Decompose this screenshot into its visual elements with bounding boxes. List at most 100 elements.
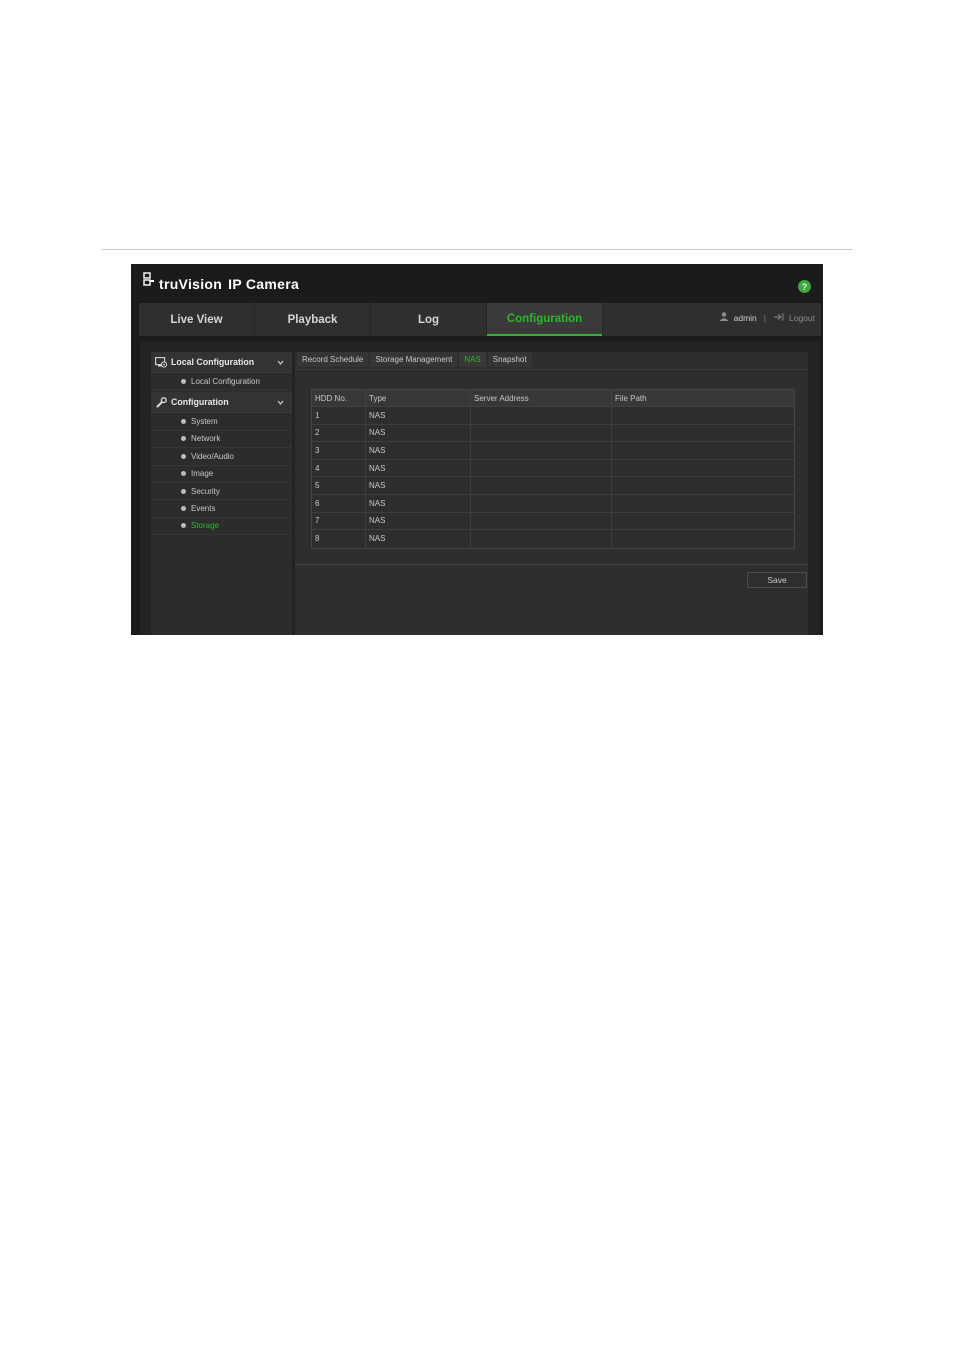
column-header-server-address: Server Address (471, 390, 612, 406)
bullet-icon (181, 419, 186, 425)
bullet-icon (181, 488, 186, 494)
sidebar-item-label: Image (191, 469, 214, 479)
nav-tab-playback[interactable]: Playback (255, 303, 370, 336)
content-panel: Record Schedule Storage Management NAS S… (295, 352, 808, 635)
bullet-icon (181, 506, 186, 512)
table-row[interactable]: 8 NAS (312, 530, 794, 548)
sidebar-item-system[interactable]: System (151, 413, 292, 431)
nav-spacer: admin | Logout (603, 303, 821, 336)
cell-type: NAS (366, 459, 471, 477)
table-row[interactable]: 5 NAS (312, 477, 794, 495)
brand-name: truVision (159, 276, 223, 292)
cell-hdd-no: 4 (312, 459, 366, 477)
username: admin (733, 312, 757, 323)
truvision-logo-icon (143, 272, 157, 290)
local-config-icon (155, 356, 167, 368)
cell-server-address[interactable] (471, 424, 612, 442)
brand: truVision IP Camera (143, 270, 299, 298)
bullet-icon (181, 453, 186, 459)
column-header-file-path: File Path (615, 393, 647, 403)
sidebar-item-label: Local Configuration (191, 376, 260, 386)
sidebar: Local Configuration Local Configuration … (151, 352, 292, 635)
camera-web-ui: truVision IP Camera ? Live View Playback … (131, 264, 823, 635)
user-icon (719, 312, 729, 323)
cell-type: NAS (366, 477, 471, 494)
bullet-icon (181, 378, 186, 384)
cell-hdd-no: 8 (312, 530, 366, 548)
tab-record-schedule[interactable]: Record Schedule (297, 352, 369, 367)
cell-hdd-no: 2 (312, 424, 366, 442)
cell-hdd-no: 3 (312, 442, 366, 459)
cell-type: NAS (366, 424, 471, 442)
cell-file-path[interactable] (612, 425, 794, 442)
sidebar-section-local-configuration[interactable]: Local Configuration (151, 352, 292, 373)
sidebar-item-local-configuration[interactable]: Local Configuration (151, 373, 292, 391)
cell-file-path[interactable] (612, 460, 794, 477)
sidebar-section-title: Local Configuration (171, 357, 255, 367)
sidebar-item-security[interactable]: Security (151, 483, 292, 501)
tab-nas[interactable]: NAS (459, 352, 486, 367)
cell-type: NAS (366, 530, 471, 548)
cell-server-address[interactable] (471, 512, 612, 530)
tab-snapshot[interactable]: Snapshot (487, 352, 532, 367)
cell-hdd-no: 6 (312, 494, 366, 512)
subtab-divider (295, 369, 808, 370)
cell-type: NAS (366, 494, 471, 512)
table-row[interactable]: 1 NAS (312, 407, 794, 425)
table-header-row: HDD No. Type Server Address File Path (312, 390, 794, 407)
sidebar-item-video-audio[interactable]: Video/Audio (151, 448, 292, 466)
save-button[interactable]: Save (747, 572, 807, 588)
sidebar-item-label: Video/Audio (191, 451, 234, 461)
cell-file-path[interactable] (612, 513, 794, 530)
logout-icon[interactable] (773, 313, 784, 323)
cell-hdd-no: 5 (312, 477, 366, 494)
sidebar-item-label: Network (191, 434, 221, 444)
sidebar-item-storage[interactable]: Storage (151, 518, 292, 536)
bullet-icon (181, 471, 186, 477)
table-row[interactable]: 2 NAS (312, 424, 794, 443)
sidebar-item-events[interactable]: Events (151, 500, 292, 518)
cell-hdd-no: 1 (312, 407, 366, 424)
user-box: admin | Logout (719, 312, 815, 323)
tab-storage-management[interactable]: Storage Management (370, 352, 458, 367)
main-area: Local Configuration Local Configuration … (140, 341, 820, 635)
chevron-down-icon[interactable] (277, 357, 284, 367)
cell-file-path[interactable] (612, 495, 794, 512)
column-header-type: Type (366, 390, 471, 406)
sidebar-item-label: Storage (191, 521, 220, 531)
logout-link[interactable]: Logout (789, 313, 815, 323)
bullet-icon (181, 436, 186, 442)
cell-file-path[interactable] (612, 477, 794, 494)
sidebar-item-label: Security (191, 486, 220, 496)
sidebar-section-configuration[interactable]: Configuration (151, 392, 292, 414)
nav-tab-log[interactable]: Log (371, 303, 486, 336)
cell-server-address[interactable] (471, 442, 612, 459)
cell-server-address[interactable] (471, 494, 612, 512)
table-row[interactable]: 3 NAS (312, 442, 794, 460)
cell-file-path[interactable] (612, 530, 794, 548)
nav-tab-configuration[interactable]: Configuration (487, 303, 602, 336)
cell-server-address[interactable] (471, 477, 612, 494)
table-row[interactable]: 7 NAS (312, 512, 794, 531)
help-icon[interactable]: ? (798, 280, 811, 293)
product-name: IP Camera (228, 276, 300, 292)
chevron-down-icon[interactable] (277, 397, 284, 407)
sidebar-item-label: Events (191, 504, 216, 514)
table-row[interactable]: 4 NAS (312, 459, 794, 478)
main-nav: Live View Playback Log Configuration adm… (139, 303, 821, 336)
table-row[interactable]: 6 NAS (312, 494, 794, 513)
cell-server-address[interactable] (471, 530, 612, 548)
cell-server-address[interactable] (471, 407, 612, 424)
page-divider (102, 249, 852, 250)
nas-table: HDD No. Type Server Address File Path 1N… (311, 389, 795, 549)
sidebar-item-image[interactable]: Image (151, 466, 292, 483)
cell-file-path[interactable] (612, 442, 794, 459)
nav-tab-live-view[interactable]: Live View (139, 303, 254, 336)
cell-server-address[interactable] (471, 459, 612, 477)
column-header-hdd-no: HDD No. (312, 390, 366, 406)
cell-file-path[interactable] (612, 407, 794, 424)
cell-hdd-no: 7 (312, 512, 366, 530)
cell-type: NAS (366, 442, 471, 459)
wrench-icon (155, 396, 167, 408)
sidebar-item-network[interactable]: Network (151, 431, 292, 449)
